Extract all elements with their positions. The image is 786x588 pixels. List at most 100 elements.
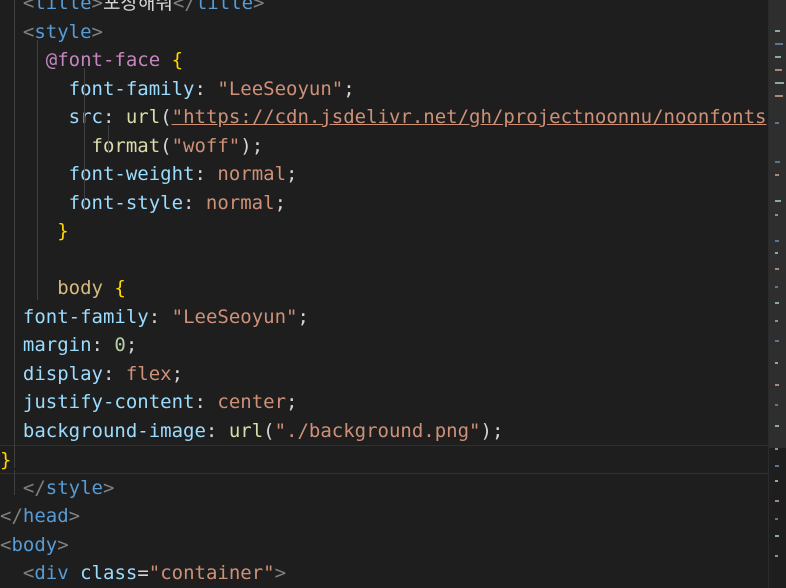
minimap-line xyxy=(775,320,778,322)
code-line[interactable] xyxy=(0,246,768,275)
minimap-line xyxy=(775,404,778,406)
code-token: : xyxy=(102,106,126,128)
code-line[interactable]: src: url("https://cdn.jsdelivr.net/gh/pr… xyxy=(0,103,768,132)
code-token: url xyxy=(228,419,264,442)
minimap-line xyxy=(775,555,778,557)
minimap-line xyxy=(775,340,779,342)
code-token: < xyxy=(22,0,35,14)
code-line[interactable]: font-weight: normal; xyxy=(0,160,768,189)
code-line[interactable]: </style> xyxy=(0,474,768,503)
minimap-scroll-thumb[interactable] xyxy=(769,0,786,448)
code-token: : xyxy=(194,391,218,413)
code-token: style xyxy=(34,20,92,43)
code-token: title xyxy=(195,0,254,14)
code-line[interactable]: <body> xyxy=(0,531,768,560)
minimap-line xyxy=(775,362,778,364)
code-token: head xyxy=(22,505,69,527)
code-token: > xyxy=(57,533,69,556)
indent-guide xyxy=(84,68,85,210)
code-token: div xyxy=(34,562,69,584)
code-line[interactable]: display: flex; xyxy=(0,360,768,389)
code-token: normal xyxy=(217,163,287,185)
code-line[interactable]: font-family: "LeeSeoyun"; xyxy=(0,75,768,104)
code-token: ; xyxy=(286,163,298,185)
code-token: normal xyxy=(205,191,275,214)
code-token: ; xyxy=(297,305,309,328)
minimap-line xyxy=(775,30,780,32)
code-token: ( xyxy=(263,419,275,442)
minimap-line xyxy=(775,518,778,520)
code-token: : xyxy=(148,305,172,328)
code-token: : xyxy=(102,362,126,385)
code-token: : xyxy=(194,163,218,185)
code-line[interactable]: } xyxy=(0,217,768,246)
code-token: class xyxy=(80,562,138,584)
code-line[interactable]: @font-face { xyxy=(0,46,768,75)
indent-guide xyxy=(108,125,109,152)
minimap-line xyxy=(775,240,779,242)
code-line[interactable]: body { xyxy=(0,274,768,303)
code-token: > xyxy=(68,505,81,527)
code-token: : xyxy=(194,77,218,100)
minimap-line xyxy=(775,43,783,45)
code-token: font-style xyxy=(68,191,184,214)
indent-guide xyxy=(14,0,15,468)
code-token: font-weight xyxy=(68,163,195,185)
code-token: ; xyxy=(286,391,298,413)
code-line[interactable]: background-image: url("./background.png"… xyxy=(0,417,768,446)
code-line[interactable]: format("woff"); xyxy=(0,132,768,161)
minimap-line xyxy=(775,500,779,502)
code-line[interactable]: <div class="container"> xyxy=(0,559,768,588)
code-token: < xyxy=(0,533,12,556)
code-line[interactable]: justify-content: center; xyxy=(0,388,768,417)
code-token: > xyxy=(102,476,115,499)
code-token: display xyxy=(22,362,103,385)
code-token: @font-face xyxy=(45,49,161,71)
code-token: > xyxy=(274,562,287,584)
code-token: body xyxy=(57,277,103,299)
code-token: > xyxy=(91,0,103,14)
code-line[interactable]: font-family: "LeeSeoyun"; xyxy=(0,303,768,332)
code-token: ; xyxy=(274,191,287,214)
code-line[interactable]: margin: 0; xyxy=(0,331,768,360)
code-token: "./background.png" xyxy=(274,419,481,442)
code-token: </ xyxy=(172,0,196,14)
code-token: title xyxy=(34,0,92,14)
minimap-line xyxy=(775,535,779,537)
code-token: { xyxy=(114,277,126,299)
minimap-line xyxy=(775,161,780,163)
code-line[interactable]: font-style: normal; xyxy=(0,189,768,218)
code-line[interactable]: </head> xyxy=(0,502,768,531)
minimap-line xyxy=(775,465,779,467)
minimap-line xyxy=(775,252,778,254)
code-token: background-image xyxy=(22,419,206,442)
code-token: ; xyxy=(171,362,184,385)
minimap[interactable] xyxy=(768,0,786,588)
code-token: } xyxy=(57,220,69,242)
minimap-line xyxy=(775,302,779,304)
code-line[interactable]: <style> xyxy=(0,18,768,47)
code-token: style xyxy=(45,476,103,499)
code-line[interactable]: <title>포장해줘</title> xyxy=(0,0,768,18)
minimap-line xyxy=(775,214,778,216)
code-line[interactable]: } xyxy=(0,445,768,474)
minimap-line xyxy=(775,174,779,176)
code-token: 0 xyxy=(114,334,126,356)
indent-guide xyxy=(14,470,15,495)
code-token: "container" xyxy=(148,562,275,584)
code-editor[interactable]: <title>포장해줘</title> <style> @font-face {… xyxy=(0,0,768,588)
code-token: flex xyxy=(125,362,172,385)
